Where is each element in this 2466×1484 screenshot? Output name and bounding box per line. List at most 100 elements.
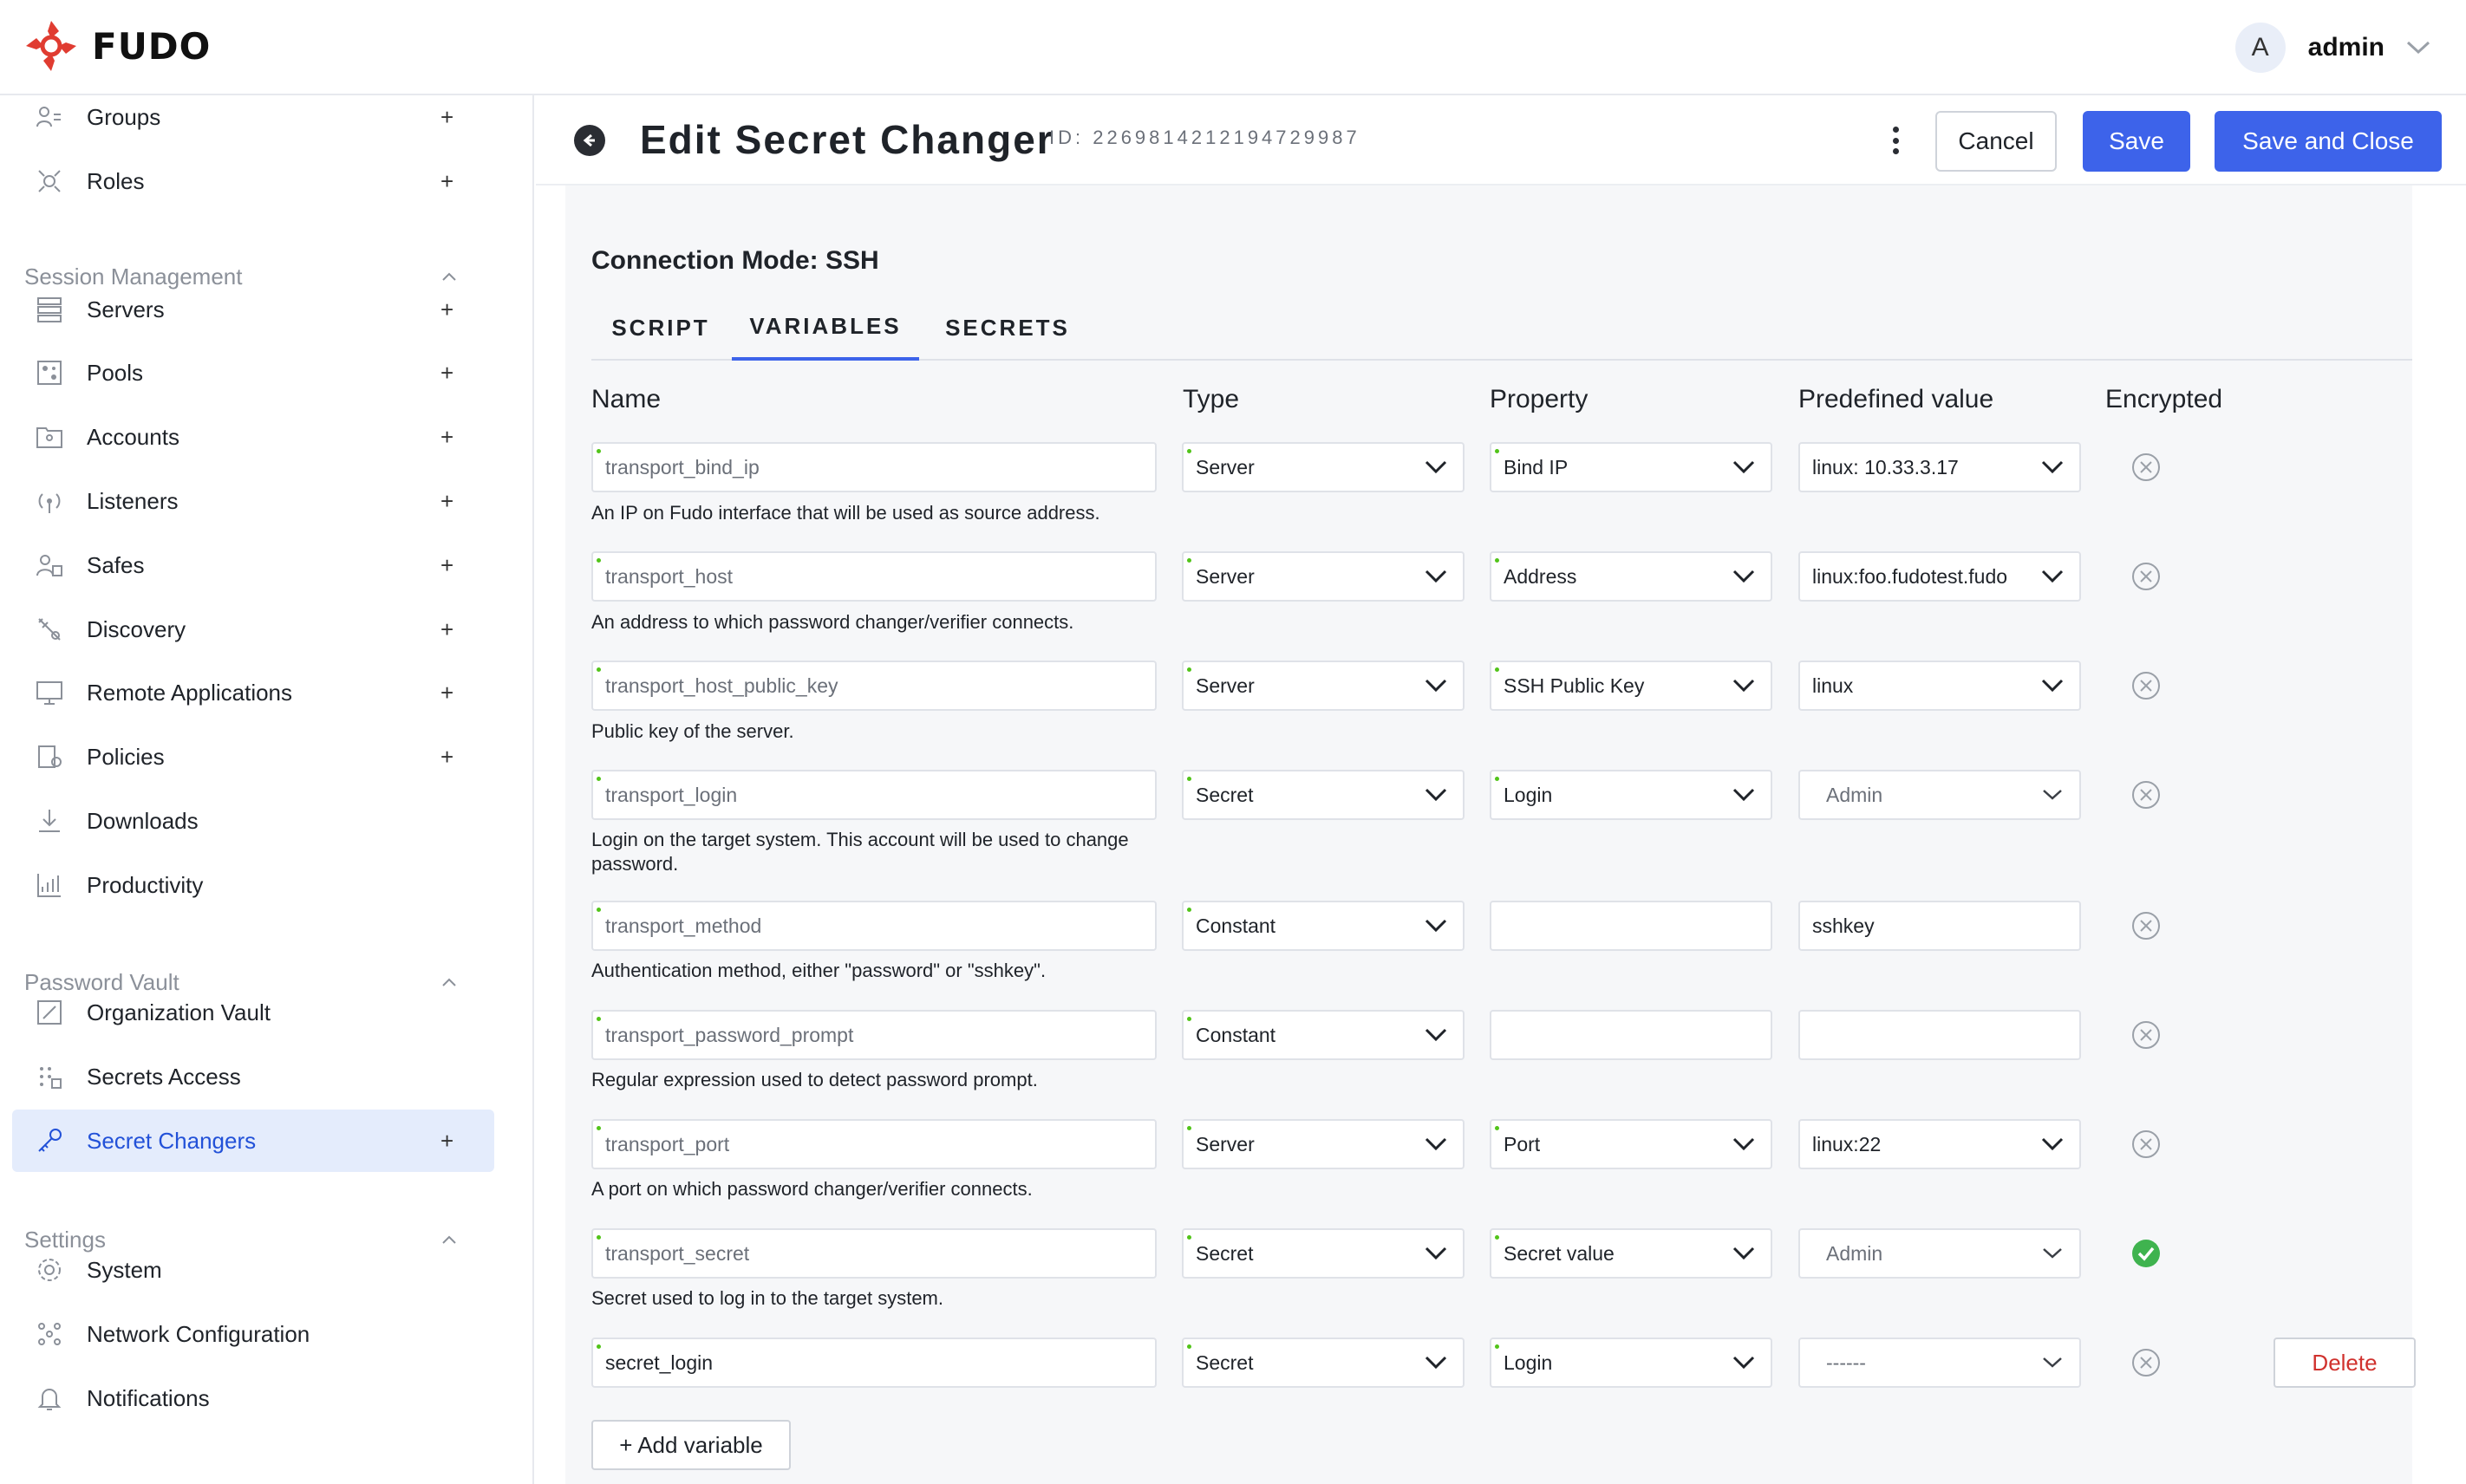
add-icon[interactable]: + [440,104,453,131]
variable-type-select[interactable]: Server [1182,661,1465,711]
variable-property-input[interactable] [1490,1010,1772,1060]
variable-property-select[interactable]: Bind IP [1490,442,1772,492]
section-password-vault[interactable]: Password Vault [24,956,475,1008]
not-encrypted-x-icon[interactable] [2131,911,2161,941]
variable-type-select[interactable]: Secret [1182,770,1465,820]
sidebar-item-groups[interactable]: Groups + [12,86,494,148]
cancel-button[interactable]: Cancel [1935,111,2057,172]
variable-name-value: transport_port [605,1132,730,1155]
add-variable-button[interactable]: + Add variable [591,1420,791,1470]
predefined-value-select[interactable]: Admin [1798,770,2081,820]
variable-type-value: Server [1196,1132,1255,1155]
predefined-value-text: ------ [1826,1351,1866,1374]
variable-type-value: Secret [1196,783,1254,806]
chevron-down-icon [1732,460,1755,474]
variable-type-select[interactable]: Server [1182,1119,1465,1169]
add-icon[interactable]: + [440,424,453,451]
variable-name-input[interactable]: transport_login [591,770,1157,820]
sidebar-item-listeners[interactable]: Listeners + [12,470,494,532]
tab-script[interactable]: SCRIPT [591,295,730,361]
variable-property-select[interactable]: Secret value [1490,1228,1772,1279]
sidebar-item-downloads[interactable]: Downloads [12,790,494,852]
variable-name-input[interactable]: transport_password_prompt [591,1010,1157,1060]
add-icon[interactable]: + [440,680,453,706]
not-encrypted-x-icon[interactable] [2131,780,2161,810]
sidebar-item-discovery[interactable]: Discovery + [12,598,494,661]
variable-property-select[interactable]: Address [1490,551,1772,602]
add-icon[interactable]: + [440,1128,453,1155]
not-encrypted-x-icon[interactable] [2131,1020,2161,1050]
variable-type-select[interactable]: Secret [1182,1338,1465,1388]
sidebar-item-notifications[interactable]: Notifications [12,1367,494,1429]
sidebar-item-pools[interactable]: Pools + [12,342,494,404]
add-icon[interactable]: + [440,168,453,195]
sidebar-item-policies[interactable]: Policies + [12,726,494,788]
encrypted-check-icon[interactable] [2131,1239,2161,1268]
variable-property-select[interactable]: Login [1490,1338,1772,1388]
variable-name-input[interactable]: transport_secret [591,1228,1157,1279]
variable-name-input[interactable]: transport_host_public_key [591,661,1157,711]
sidebar-item-safes[interactable]: Safes + [12,534,494,596]
sidebar-item-roles[interactable]: Roles + [12,150,494,212]
predefined-value-input[interactable] [1798,1010,2081,1060]
sidebar-item-netconf[interactable]: Network Configuration [12,1303,494,1365]
fudo-logo[interactable]: FUDO [24,16,211,76]
section-session-management[interactable]: Session Management [24,251,475,303]
sidebar-item-remote[interactable]: Remote Applications + [12,661,494,724]
tab-variables[interactable]: VARIABLES [732,295,919,361]
record-id: ID: 2269814212194729987 [1049,127,1360,148]
not-encrypted-x-icon[interactable] [2131,562,2161,591]
not-encrypted-x-icon[interactable] [2131,452,2161,482]
variable-name-input[interactable]: transport_bind_ip [591,442,1157,492]
save-and-close-button[interactable]: Save and Close [2215,111,2442,172]
variable-type-select[interactable]: Server [1182,442,1465,492]
chevron-down-icon [2043,790,2062,800]
predefined-value-select[interactable]: linux: 10.33.3.17 [1798,442,2081,492]
variable-name-input[interactable]: transport_port [591,1119,1157,1169]
save-button[interactable]: Save [2083,111,2190,172]
variable-property-select[interactable]: Port [1490,1119,1772,1169]
variable-name-value: transport_host [605,564,734,588]
variable-name-input[interactable]: secret_login [591,1338,1157,1388]
user-menu[interactable]: A admin [2234,21,2431,75]
variable-type-select[interactable]: Constant [1182,901,1465,951]
sidebar-item-label: Secret Changers [87,1127,257,1154]
variable-type-select[interactable]: Secret [1182,1228,1465,1279]
variable-help-text: Regular expression used to detect passwo… [591,1069,1038,1090]
variable-type-select[interactable]: Constant [1182,1010,1465,1060]
secrets-access-icon [35,1062,64,1091]
sidebar-item-productivity[interactable]: Productivity [12,854,494,916]
variable-name-input[interactable]: transport_host [591,551,1157,602]
sidebar-item-secchangers[interactable]: Secret Changers + [12,1110,494,1172]
sidebar-item-accounts[interactable]: Accounts + [12,406,494,468]
predefined-value-select[interactable]: linux:22 [1798,1119,2081,1169]
back-button[interactable] [574,125,605,156]
section-settings[interactable]: Settings [24,1214,475,1266]
variable-property-input[interactable] [1490,901,1772,951]
variable-property-select[interactable]: Login [1490,770,1772,820]
sidebar-item-secaccess[interactable]: Secrets Access [12,1045,494,1108]
add-icon[interactable]: + [440,360,453,387]
sidebar-item-label: Productivity [87,871,204,898]
variable-type-select[interactable]: Server [1182,551,1465,602]
predefined-value-select[interactable]: ------ [1798,1338,2081,1388]
required-dot [1187,1126,1191,1130]
variable-help-text: An address to which password changer/ver… [591,611,1074,633]
predefined-value-input[interactable]: sshkey [1798,901,2081,951]
predefined-value-select[interactable]: linux [1798,661,2081,711]
add-icon[interactable]: + [440,616,453,643]
add-icon[interactable]: + [440,488,453,515]
add-icon[interactable]: + [440,744,453,771]
not-encrypted-x-icon[interactable] [2131,1348,2161,1377]
add-icon[interactable]: + [440,552,453,579]
tab-secrets[interactable]: SECRETS [921,295,1094,361]
predefined-value-select[interactable]: linux:foo.fudotest.fudo [1798,551,2081,602]
delete-variable-button[interactable]: Delete [2274,1338,2416,1388]
not-encrypted-x-icon[interactable] [2131,671,2161,700]
not-encrypted-x-icon[interactable] [2131,1129,2161,1159]
variable-property-select[interactable]: SSH Public Key [1490,661,1772,711]
predefined-value-select[interactable]: Admin [1798,1228,2081,1279]
more-options-icon[interactable] [1878,123,1913,158]
variable-name-input[interactable]: transport_method [591,901,1157,951]
section-label: Settings [24,1226,106,1253]
